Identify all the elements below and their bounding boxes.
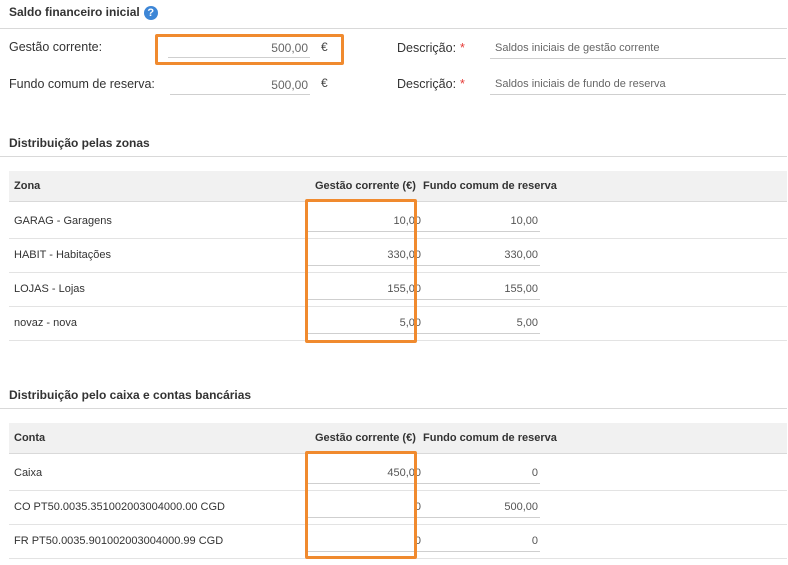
fundo-cell-input[interactable]: 330,00 [423,244,540,266]
required-mark: * [460,41,465,55]
gestao-desc-value: Saldos iniciais de gestão corrente [495,42,660,54]
divider [0,28,787,29]
col-conta: Conta [14,432,46,444]
zona-name: GARAG - Garagens [14,215,112,227]
desc-label-text: Descrição: [397,41,457,55]
gestao-label: Gestão corrente: [9,40,103,54]
fundo-cell-input[interactable]: 10,00 [423,210,540,232]
col-zona: Zona [14,180,41,192]
highlight-box [155,34,344,65]
zona-name: LOJAS - Lojas [14,283,85,295]
col-fundo: Fundo comum de reserva [423,432,557,444]
desc-label: Descrição: * [397,41,465,55]
conta-name: CO PT50.0035.351002003004000.00 CGD [14,501,225,513]
fundo-cell-input[interactable]: 155,00 [423,278,540,300]
desc-label: Descrição: * [397,77,465,91]
conta-name: Caixa [14,467,43,479]
contas-table-header: Conta Gestão corrente (€) Fundo comum de… [9,423,787,454]
saldo-title: Saldo financeiro inicial [9,5,140,19]
zona-name: HABIT - Habitações [14,249,112,261]
highlight-box [305,199,417,343]
divider [0,408,787,409]
col-fundo: Fundo comum de reserva [423,180,557,192]
fundo-label: Fundo comum de reserva: [9,77,155,91]
fundo-input[interactable]: 500,00 [170,75,310,95]
help-icon[interactable]: ? [143,5,158,20]
fundo-desc-input[interactable]: Saldos iniciais de fundo de reserva [490,73,786,95]
zona-name: novaz - nova [14,317,77,329]
fundo-cell-input[interactable]: 0 [423,530,540,552]
currency-symbol: € [321,76,328,90]
conta-name: FR PT50.0035.901002003004000.99 CGD [14,535,224,547]
fundo-cell-input[interactable]: 0 [423,462,540,484]
fundo-cell-input[interactable]: 5,00 [423,312,540,334]
highlight-box [305,451,417,559]
required-mark: * [460,77,465,91]
fundo-cell-input[interactable]: 500,00 [423,496,540,518]
saldo-section-title: Saldo financeiro inicial? [9,5,158,20]
desc-label-text: Descrição: [397,77,457,91]
col-gestao: Gestão corrente (€) [315,180,416,192]
divider [0,156,787,157]
gestao-desc-input[interactable]: Saldos iniciais de gestão corrente [490,37,786,59]
zonas-section-title: Distribuição pelas zonas [9,136,150,150]
col-gestao: Gestão corrente (€) [315,432,416,444]
zonas-table-header: Zona Gestão corrente (€) Fundo comum de … [9,171,787,202]
contas-section-title: Distribuição pelo caixa e contas bancári… [9,388,252,402]
fundo-desc-value: Saldos iniciais de fundo de reserva [495,78,666,90]
